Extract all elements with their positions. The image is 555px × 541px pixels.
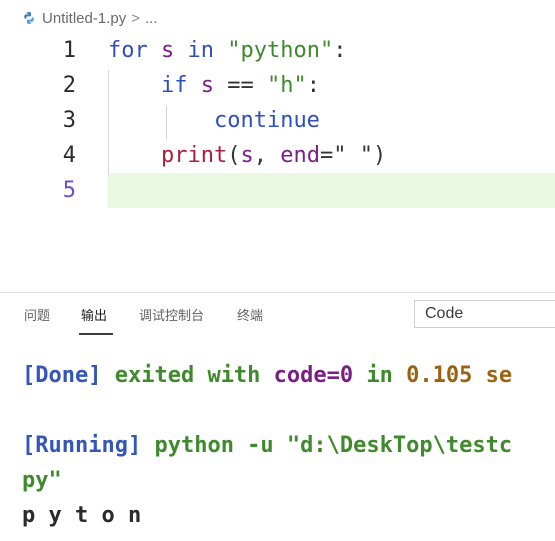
line-number: 3 [62,108,76,133]
code-token: = [319,143,334,168]
breadcrumb-filename[interactable]: Untitled-1.py [42,10,126,27]
code-token: : [306,73,320,98]
code-token: s [200,73,214,98]
line-code: print(s, end=" ") [108,138,386,173]
breadcrumb: Untitled-1.py > ... [22,6,158,30]
tab-debug-console[interactable]: 调试控制台 [139,305,204,324]
code-token: , [253,143,281,168]
code-token: == [213,73,267,98]
code-line[interactable]: 4 print(s, end=" ") [0,138,555,173]
code-token: "python" [227,38,334,63]
code-token: continue [213,108,320,133]
code-token: in [187,38,215,63]
output-segment: se [472,363,513,388]
code-token: if [160,73,188,98]
code-token: ) [372,143,387,168]
code-line[interactable]: 5 [0,173,555,208]
line-number: 1 [62,38,76,63]
output-line: [Done] exited with code=0 in 0.105 se [22,358,512,393]
code-line[interactable]: 2 if s == "h": [0,68,555,103]
code-token: " " [333,143,373,168]
line-number: 2 [62,73,76,98]
line-code: if s == "h": [108,68,320,103]
code-token: "h" [266,73,307,98]
tab-output[interactable]: 输出 [81,305,107,324]
output-segment: [Running] [22,433,142,458]
output-segment: python -u "d:\DeskTop\testc [141,433,513,458]
line-code: for s in "python": [108,33,346,68]
python-file-icon [24,12,34,24]
active-tab-indicator [79,333,113,335]
code-token: s [161,38,175,63]
output-channel-select[interactable]: Code [414,300,555,328]
code-token: s [240,143,254,168]
output-segment: exited with [101,363,274,388]
line-number: 4 [62,143,76,168]
output-line: py" [22,463,62,498]
output-segment: p y t o n [22,503,142,528]
code-line[interactable]: 3 continue [0,103,555,138]
output-segment: [Done] [22,363,102,388]
code-line[interactable]: 1 for s in "python": [0,33,555,68]
output-line: p y t o n [22,498,141,533]
line-number: 5 [62,178,76,203]
code-token: for [108,38,148,63]
output-segment: 0.105 [406,363,473,388]
output-segment: in [353,363,407,388]
breadcrumb-separator: > [131,9,140,27]
output-segment: py" [22,468,62,493]
code-token: print [160,143,228,168]
output-line: [Running] python -u "d:\DeskTop\testc [22,428,512,463]
tab-terminal[interactable]: 终端 [237,305,263,324]
output-segment: code=0 [273,363,354,388]
code-token: ( [227,143,241,168]
code-token: end [280,143,320,168]
line-code: continue [108,103,320,138]
code-editor[interactable]: 1 for s in "python": 2 if s == "h": 3 conti… [0,33,555,278]
code-token: : [333,38,347,63]
tab-problems[interactable]: 问题 [24,305,50,324]
breadcrumb-symbols[interactable]: ... [145,10,158,27]
